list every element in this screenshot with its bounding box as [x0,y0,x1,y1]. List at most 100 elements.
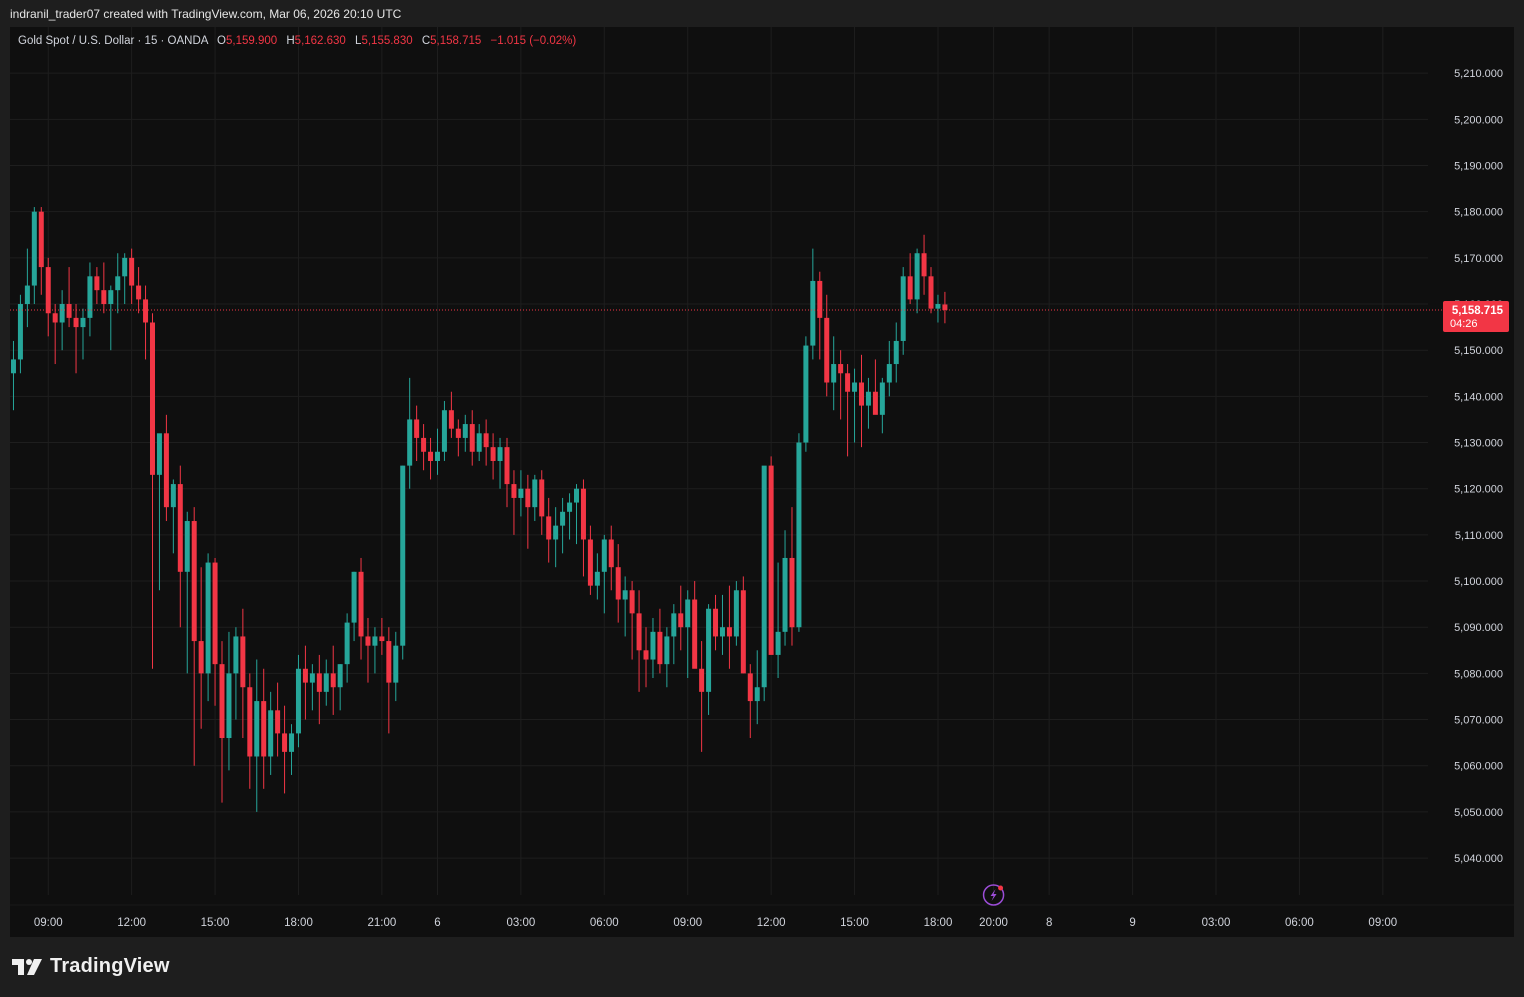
candle-body [685,599,691,628]
x-tick-label: 09:00 [1368,917,1397,929]
y-tick-label: 5,040.000 [1454,853,1503,865]
candle-body [434,451,440,461]
x-tick-label: 18:00 [924,917,953,929]
candle-body [469,424,475,452]
candle-body [831,364,837,383]
candle-body [344,622,350,665]
candle-body [580,488,586,540]
tradingview-logo-icon [12,958,42,975]
tradingview-brand: TradingView [50,955,170,977]
candle-body [108,290,114,305]
candle-body [525,488,531,508]
candle-body [942,304,948,310]
x-tick-label: 09:00 [34,917,63,929]
y-tick-label: 5,150.000 [1454,345,1503,357]
candle-body [657,631,663,665]
candle-body [52,313,58,323]
candle-body [198,641,204,674]
x-tick-label: 21:00 [367,917,396,929]
candle-body [713,608,719,637]
candle-body [872,391,878,415]
candle-body [351,571,357,623]
candle-body [323,673,329,692]
candle-body [400,465,406,646]
candle-body [532,479,538,508]
candle-body [483,433,489,448]
candle-body [852,382,858,392]
candle-body [636,613,642,651]
candle-body [309,673,315,683]
candle-body [261,701,267,757]
candle-body [733,590,739,637]
candle-body [462,424,468,438]
candle-body [184,521,190,572]
candle-body [87,276,93,318]
y-tick-label: 5,050.000 [1454,807,1503,819]
candle-body [935,304,941,309]
candle-body [907,276,913,300]
chart-caption: indranil_trader07 created with TradingVi… [10,7,402,21]
y-tick-label: 5,070.000 [1454,715,1503,727]
candle-body [747,673,753,702]
change-value: −1.015 (−0.02%) [490,35,577,47]
y-tick-label: 5,060.000 [1454,761,1503,773]
candle-body [928,276,934,309]
candle-body [205,562,211,674]
candle-body [379,636,385,642]
candle-body [421,437,427,452]
y-tick-label: 5,130.000 [1454,438,1503,450]
candle-body [615,567,621,600]
candle-body [358,571,364,637]
candle-body [428,451,434,461]
candle-body [560,511,566,526]
symbol-label[interactable]: Gold Spot / U.S. Dollar · 15 · OANDA [18,35,208,47]
candle-body [45,267,51,314]
candle-body [865,391,871,406]
open-value: 5,159.900 [225,35,278,47]
candle-body [845,373,851,392]
high-label: H [286,35,295,47]
open-label: O [217,35,226,47]
candle-body [692,599,698,669]
candle-body [546,516,552,540]
y-tick-label: 5,110.000 [1455,530,1503,542]
x-tick-label: 6 [434,917,440,929]
candle-body [810,280,816,346]
candlestick-chart[interactable]: 5,210.000 5,200.000 5,190.000 5,180.000 5,17… [10,27,1514,937]
x-tick-label: 12:00 [117,917,146,929]
candle-body [316,673,322,692]
candle-body [365,636,371,646]
candle-body [282,733,288,752]
candle-body [726,627,732,637]
candle-body [768,465,774,655]
x-tick-label: 9 [1129,917,1135,929]
candle-body [455,428,461,438]
notification-dot-icon [998,885,1004,891]
candle-body [302,668,308,683]
candle-body [289,733,295,752]
candle-body [643,650,649,660]
candle-body [101,290,107,305]
candle-body [129,257,135,286]
candle-body [94,276,100,291]
price-tag-countdown: 04:26 [1450,318,1478,330]
chart-frame[interactable]: 5,210.000 5,200.000 5,190.000 5,180.000 5,17… [10,27,1514,937]
candle-body [587,539,593,586]
candle-body [740,590,746,674]
candle-body [574,488,580,503]
candle-body [59,304,65,323]
x-tick-label: 18:00 [284,917,313,929]
candle-body [553,525,559,540]
candle-body [17,304,23,360]
candle-body [699,668,705,692]
y-tick-label: 5,190.000 [1454,161,1503,173]
candle-body [608,539,614,568]
x-tick-label: 03:00 [1202,917,1231,929]
candle-body [622,590,628,600]
candle-body [858,382,864,406]
candle-body [177,484,183,572]
high-value: 5,162.630 [294,35,346,47]
candle-body [629,590,635,614]
candle-body [393,645,399,683]
tradingview-logo[interactable]: TradingView [12,955,170,978]
